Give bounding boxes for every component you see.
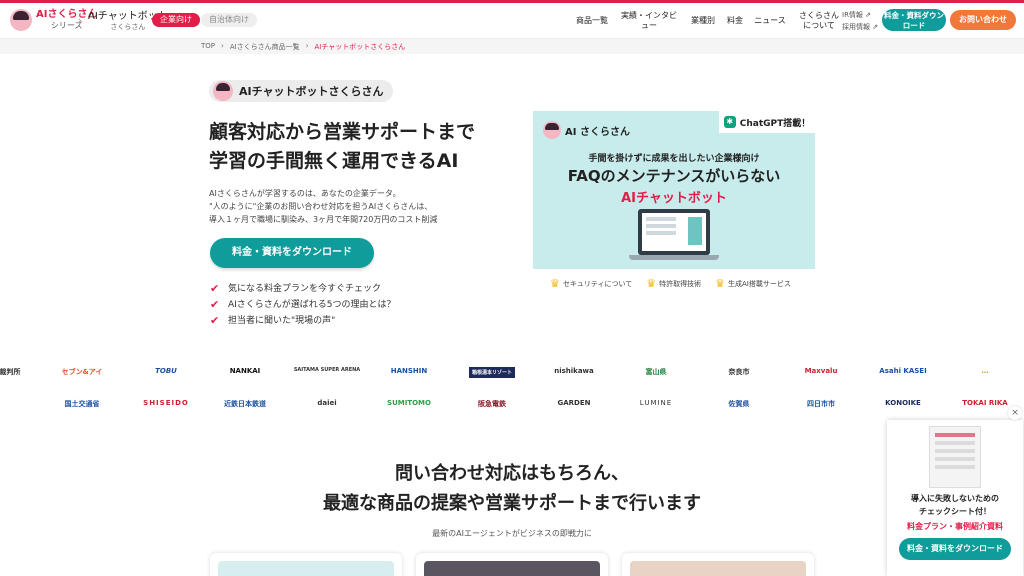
chatgpt-badge: ✱ ChatGPT搭載！ bbox=[719, 111, 815, 133]
document-thumbnail bbox=[929, 426, 981, 488]
feature-genai[interactable]: ♛ 生成AI搭載サービス bbox=[715, 277, 791, 290]
breadcrumb-top[interactable]: TOP bbox=[201, 42, 215, 52]
nav-products[interactable]: 商品一覧 bbox=[576, 9, 608, 33]
feature-security[interactable]: ♛ セキュリティについて bbox=[550, 277, 632, 290]
client-logo: 四日市市 bbox=[807, 400, 835, 408]
nav-about[interactable]: さくらさんについて bbox=[796, 9, 842, 33]
client-logo: … bbox=[981, 367, 989, 375]
close-icon[interactable]: × bbox=[1008, 406, 1022, 420]
laptop-illustration bbox=[638, 209, 710, 255]
breadcrumb-current: AIチャットボットさくらさん bbox=[314, 43, 406, 51]
chevron-right-icon: › bbox=[221, 42, 224, 50]
laptop-base bbox=[629, 255, 719, 260]
hero-title: 顧客対応から営業サポートまで 学習の手間無く運用できるAI bbox=[209, 121, 476, 172]
government-toggle[interactable]: 自治体向け bbox=[201, 13, 257, 27]
feature-card[interactable] bbox=[416, 553, 608, 576]
header-contact-button[interactable]: お問い合わせ bbox=[950, 10, 1016, 30]
client-logo: GARDEN bbox=[557, 399, 591, 407]
nav-industries[interactable]: 業種別 bbox=[690, 9, 716, 33]
hero-download-button[interactable]: 料金・資料をダウンロード bbox=[210, 238, 374, 268]
nav-case-studies[interactable]: 実績・インタビュー bbox=[618, 9, 680, 33]
client-logo: KONOIKE bbox=[885, 399, 921, 407]
hero-product-tag: AIチャットボットさくらさん bbox=[209, 80, 393, 102]
hero-check-list: ✔ 気になる料金プランを今すぐチェック ✔ AIさくらさんが選ばれる5つの理由とは？… bbox=[210, 281, 396, 329]
client-logo: daiei bbox=[317, 399, 337, 407]
business-toggle[interactable]: 企業向け bbox=[152, 13, 200, 27]
client-logo: 裁判所 bbox=[0, 368, 21, 376]
popup-text: 導入に失敗しないための チェックシート付！ bbox=[911, 494, 999, 516]
popup-download-button[interactable]: 料金・資料をダウンロード bbox=[899, 538, 1011, 560]
side-links: IR情報 ⇗ 採用情報 ⇗ bbox=[842, 9, 878, 33]
recruit-link[interactable]: 採用情報 ⇗ bbox=[842, 21, 878, 33]
client-logo: HANSHIN bbox=[390, 367, 428, 375]
client-logo: SHISEIDO bbox=[143, 399, 189, 407]
nav-pricing[interactable]: 料金 bbox=[726, 9, 744, 33]
header-download-button[interactable]: 料金・資料ダウンロード bbox=[882, 9, 946, 31]
banner-line1: 手間を掛けずに成果を出したい企業様向け bbox=[588, 154, 760, 164]
site-header: AIさくらさん シリーズ › AIチャットボット さくらさん 企業向け 自治体向… bbox=[0, 3, 1024, 39]
banner-line3: AIチャットボット bbox=[621, 191, 727, 206]
feature-links: ♛ セキュリティについて ♛ 特許取得技術 ♛ 生成AI搭載サービス bbox=[550, 277, 791, 290]
banner-line2: FAQのメンテナンスがいらない bbox=[567, 167, 781, 185]
client-logo: 阪急電鉄 bbox=[478, 400, 506, 408]
client-logo: nishikawa bbox=[554, 367, 594, 375]
client-logo: Maxvalu bbox=[804, 367, 838, 375]
hero-banner[interactable]: AI さくらさん ✱ ChatGPT搭載！ 手間を掛けずに成果を出したい企業様向… bbox=[533, 111, 815, 269]
nav-news[interactable]: ニュース bbox=[754, 9, 786, 33]
client-logo: TOKAI RIKA bbox=[962, 399, 1008, 407]
sakura-face-icon bbox=[10, 9, 32, 31]
client-logo: 奈良市 bbox=[728, 368, 750, 376]
list-item[interactable]: ✔ AIさくらさんが選ばれる5つの理由とは？ bbox=[210, 297, 396, 313]
breadcrumb-products[interactable]: AIさくらさん商品一覧 bbox=[230, 42, 300, 52]
ir-link[interactable]: IR情報 ⇗ bbox=[842, 9, 878, 21]
chevron-right-icon: › bbox=[78, 16, 82, 26]
crown-icon: ♛ bbox=[715, 277, 725, 290]
client-logo: セブン&アイ bbox=[61, 368, 103, 376]
feature-card[interactable] bbox=[210, 553, 402, 576]
client-logo: 佐賀県 bbox=[728, 400, 750, 408]
client-logo: SAITAMA SUPER ARENA bbox=[293, 367, 361, 373]
breadcrumb: TOP › AIさくらさん商品一覧 › AIチャットボットさくらさん bbox=[0, 39, 1024, 54]
check-icon: ✔ bbox=[210, 314, 220, 327]
list-item[interactable]: ✔ 気になる料金プランを今すぐチェック bbox=[210, 281, 396, 297]
client-logo: 国土交通省 bbox=[64, 400, 100, 408]
download-popup: × 導入に失敗しないための チェックシート付！ 料金プラン・事例紹介資料 料金・… bbox=[887, 406, 1023, 576]
client-logo: 富山県 bbox=[645, 368, 667, 376]
chatgpt-icon: ✱ bbox=[723, 116, 736, 128]
hero-description: AIさくらさんが学習するのは、あなたの企業データ。 "人のように"企業のお問い合… bbox=[209, 189, 438, 224]
main-nav: 商品一覧 実績・インタビュー 業種別 料金 ニュース さくらさんについて bbox=[576, 9, 842, 33]
check-icon: ✔ bbox=[210, 282, 220, 295]
client-logo: LUMINE bbox=[639, 399, 673, 407]
crown-icon: ♛ bbox=[646, 277, 657, 290]
feature-patent[interactable]: ♛ 特許取得技術 bbox=[646, 277, 701, 290]
client-logo: 箱根湯本リゾート bbox=[468, 367, 516, 378]
list-item[interactable]: ✔ 担当者に聞いた"現場の声" bbox=[210, 313, 396, 329]
client-logo: Asahi KASEI bbox=[879, 367, 927, 375]
client-logo: TOBU bbox=[155, 367, 177, 375]
sakura-face-icon bbox=[543, 121, 561, 139]
client-logo: SUMITOMO bbox=[387, 399, 431, 407]
section-title: 問い合わせ対応はもちろん、 最適な商品の提案や営業サポートまで行います bbox=[323, 463, 701, 514]
section-subtitle: 最新のAIエージェントがビジネスの即戦力に bbox=[432, 529, 592, 538]
sakura-face-icon bbox=[213, 81, 233, 101]
client-logo: 近鉄日本鉄道 bbox=[224, 400, 266, 408]
banner-logo: AI さくらさん bbox=[543, 121, 630, 139]
chevron-right-icon: › bbox=[305, 42, 309, 50]
brand-logo[interactable]: AIさくらさん シリーズ bbox=[10, 9, 97, 31]
crown-icon: ♛ bbox=[550, 277, 560, 290]
client-logo: NANKAI bbox=[229, 367, 261, 375]
popup-highlight: 料金プラン・事例紹介資料 bbox=[907, 522, 1003, 531]
hero-tag-label: AIチャットボットさくらさん bbox=[239, 85, 384, 98]
check-icon: ✔ bbox=[210, 298, 220, 311]
feature-card[interactable] bbox=[622, 553, 814, 576]
